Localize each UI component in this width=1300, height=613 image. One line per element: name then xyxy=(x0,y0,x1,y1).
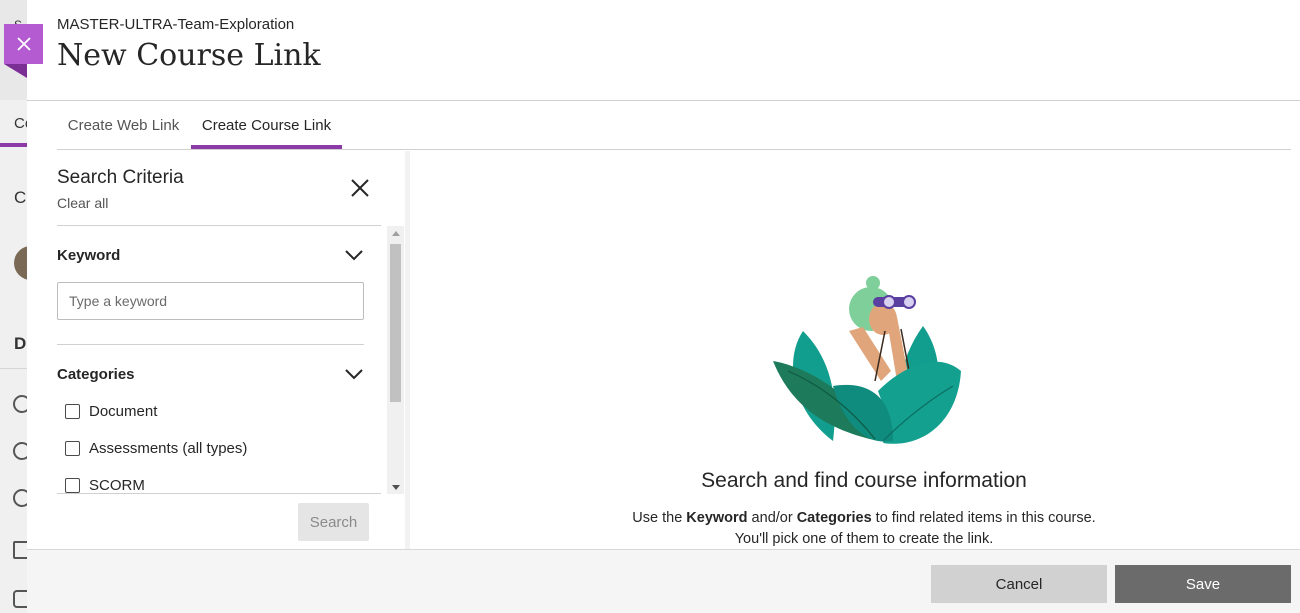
close-tab-fold xyxy=(4,64,27,78)
empty-state-description: Use the Keyword and/or Categories to fin… xyxy=(410,508,1300,550)
close-icon xyxy=(351,179,369,197)
close-criteria-button[interactable] xyxy=(347,175,373,201)
cancel-button[interactable]: Cancel xyxy=(931,565,1107,603)
background-tab-fragment: Co xyxy=(14,115,27,132)
person-icon xyxy=(13,395,27,413)
category-scorm-checkbox[interactable]: SCORM xyxy=(65,473,145,494)
search-criteria-title: Search Criteria xyxy=(57,167,184,188)
category-label: Document xyxy=(89,402,158,420)
categories-section-toggle[interactable]: Categories xyxy=(57,359,363,389)
link-type-tabs: Create Web Link Create Course Link xyxy=(57,101,1291,150)
desc-categories: Categories xyxy=(796,510,872,526)
scroll-down-arrow[interactable] xyxy=(387,480,404,494)
checkbox[interactable] xyxy=(65,440,80,456)
close-panel-button[interactable] xyxy=(4,24,43,64)
panel-header: MASTER-ULTRA-Team-Exploration New Course… xyxy=(27,0,1300,101)
empty-state: Search and find course information Use t… xyxy=(410,151,1300,549)
criteria-scrollbar[interactable] xyxy=(387,226,404,494)
tab-create-web-link[interactable]: Create Web Link xyxy=(57,101,190,149)
course-name: MASTER-ULTRA-Team-Exploration xyxy=(57,16,295,33)
scroll-thumb[interactable] xyxy=(390,244,401,402)
people-icon xyxy=(13,442,27,460)
desc-keyword: Keyword xyxy=(686,510,748,526)
desc-text: Use the xyxy=(632,510,687,526)
chevron-down-icon xyxy=(345,250,363,261)
clear-all-link[interactable]: Clear all xyxy=(57,195,108,211)
background-heading-fragment: C xyxy=(14,188,27,207)
criteria-scroll-area: Keyword Categories Document Assessments … xyxy=(57,226,381,494)
binoculars-illustration xyxy=(773,276,961,444)
background-divider xyxy=(0,368,27,369)
empty-state-title: Search and find course information xyxy=(701,469,1027,492)
tab-create-course-link[interactable]: Create Course Link xyxy=(191,101,342,149)
category-assessments-checkbox[interactable]: Assessments (all types) xyxy=(65,436,247,460)
check-circle-icon xyxy=(13,489,27,507)
scroll-up-arrow[interactable] xyxy=(387,226,404,240)
background-tab-underline xyxy=(0,143,27,147)
category-document-checkbox[interactable]: Document xyxy=(65,399,157,423)
search-criteria-panel: Search Criteria Clear all Keyword Catego… xyxy=(27,151,408,549)
keyword-input[interactable] xyxy=(57,282,364,320)
panel-footer: Cancel Save xyxy=(27,549,1300,613)
search-button[interactable]: Search xyxy=(298,503,369,541)
checkbox[interactable] xyxy=(65,403,80,419)
categories-section-title: Categories xyxy=(57,365,135,383)
checkbox[interactable] xyxy=(65,477,80,493)
image-icon xyxy=(13,541,27,559)
keyword-section-toggle[interactable]: Keyword xyxy=(57,240,363,270)
keyword-section-title: Keyword xyxy=(57,246,121,264)
section-divider xyxy=(57,344,364,345)
close-icon xyxy=(16,37,31,51)
save-button[interactable]: Save xyxy=(1115,565,1291,603)
arrow-down-icon xyxy=(391,484,400,490)
background-avatar xyxy=(14,246,27,280)
desc-line-2: You'll pick one of them to create the li… xyxy=(734,531,994,547)
page-title: New Course Link xyxy=(57,38,321,73)
background-heading-fragment-2: D xyxy=(14,334,27,353)
background-page: S Co C D xyxy=(0,0,27,613)
desc-text: to find related items in this course. xyxy=(871,510,1096,526)
desc-text: and/or xyxy=(747,510,797,526)
new-course-link-panel: MASTER-ULTRA-Team-Exploration New Course… xyxy=(27,0,1300,613)
lock-icon xyxy=(13,590,27,608)
category-label: SCORM xyxy=(89,476,145,494)
category-label: Assessments (all types) xyxy=(89,439,248,457)
chevron-down-icon xyxy=(345,369,363,380)
arrow-up-icon xyxy=(391,230,400,236)
